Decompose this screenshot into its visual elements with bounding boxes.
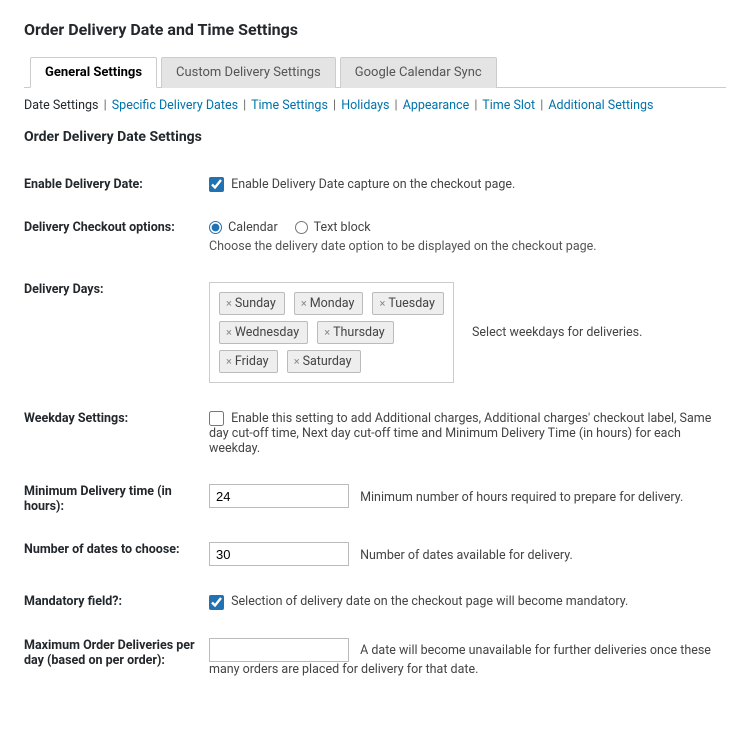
label-num-dates: Number of dates to choose: xyxy=(24,528,209,580)
checkout-option-help: Choose the delivery date option to be di… xyxy=(209,239,726,254)
day-tag-thursday[interactable]: ×Thursday xyxy=(317,321,393,344)
mandatory-checkbox[interactable] xyxy=(209,595,224,610)
day-tag-label: Monday xyxy=(310,296,355,311)
num-dates-input[interactable] xyxy=(209,542,349,566)
day-tag-label: Sunday xyxy=(235,296,276,311)
weekday-settings-checkbox[interactable] xyxy=(209,411,224,426)
label-max-orders: Maximum Order Deliveries per day (based … xyxy=(24,624,209,691)
day-tag-label: Saturday xyxy=(303,354,352,369)
day-tag-sunday[interactable]: ×Sunday xyxy=(219,292,285,315)
remove-icon[interactable]: × xyxy=(301,297,307,310)
max-orders-input[interactable] xyxy=(209,638,349,662)
remove-icon[interactable]: × xyxy=(324,326,330,339)
enable-delivery-date-option[interactable]: Enable Delivery Date capture on the chec… xyxy=(209,177,515,192)
label-min-delivery-time: Minimum Delivery time (in hours): xyxy=(24,470,209,528)
remove-icon[interactable]: × xyxy=(226,326,232,339)
enable-delivery-date-text: Enable Delivery Date capture on the chec… xyxy=(231,177,515,192)
min-delivery-time-help: Minimum number of hours required to prep… xyxy=(360,490,683,505)
label-weekday-settings: Weekday Settings: xyxy=(24,397,209,470)
day-tag-label: Tuesday xyxy=(388,296,435,311)
subnav-time-slot[interactable]: Time Slot xyxy=(482,98,535,113)
sub-nav: Date Settings | Specific Delivery Dates … xyxy=(24,98,726,113)
day-tag-wednesday[interactable]: ×Wednesday xyxy=(219,321,308,344)
checkout-option-calendar-radio[interactable] xyxy=(209,221,222,234)
day-tag-tuesday[interactable]: ×Tuesday xyxy=(372,292,443,315)
weekday-settings-text: Enable this setting to add Additional ch… xyxy=(209,411,711,456)
day-tag-friday[interactable]: ×Friday xyxy=(219,350,278,373)
day-tag-monday[interactable]: ×Monday xyxy=(294,292,364,315)
weekday-settings-option[interactable]: Enable this setting to add Additional ch… xyxy=(209,411,711,456)
delivery-days-help: Select weekdays for deliveries. xyxy=(472,325,642,340)
remove-icon[interactable]: × xyxy=(226,355,232,368)
label-delivery-days: Delivery Days: xyxy=(24,268,209,397)
day-tag-saturday[interactable]: ×Saturday xyxy=(287,350,361,373)
tab-custom-delivery-settings[interactable]: Custom Delivery Settings xyxy=(161,57,336,88)
tab-general-settings[interactable]: General Settings xyxy=(30,57,157,88)
enable-delivery-date-checkbox[interactable] xyxy=(209,177,224,192)
checkout-option-calendar-label: Calendar xyxy=(228,220,278,235)
remove-icon[interactable]: × xyxy=(226,297,232,310)
page-title: Order Delivery Date and Time Settings xyxy=(24,20,726,39)
section-title: Order Delivery Date Settings xyxy=(24,129,726,145)
label-delivery-checkout-options: Delivery Checkout options: xyxy=(24,206,209,268)
delivery-days-select[interactable]: ×Sunday ×Monday ×Tuesday ×Wednesday ×Thu… xyxy=(209,282,454,383)
settings-form: Enable Delivery Date: Enable Delivery Da… xyxy=(24,163,726,691)
label-mandatory: Mandatory field?: xyxy=(24,580,209,623)
checkout-option-textblock-label: Text block xyxy=(314,220,371,235)
day-tag-label: Friday xyxy=(235,354,269,369)
checkout-option-textblock[interactable]: Text block xyxy=(295,220,371,235)
main-tabs: General Settings Custom Delivery Setting… xyxy=(24,57,726,88)
remove-icon[interactable]: × xyxy=(379,297,385,310)
mandatory-option[interactable]: Selection of delivery date on the checko… xyxy=(209,594,628,609)
subnav-appearance[interactable]: Appearance xyxy=(403,98,470,113)
checkout-option-textblock-radio[interactable] xyxy=(295,221,308,234)
tab-google-calendar-sync[interactable]: Google Calendar Sync xyxy=(340,57,497,88)
mandatory-text: Selection of delivery date on the checko… xyxy=(231,594,628,609)
day-tag-label: Wednesday xyxy=(235,325,299,340)
subnav-additional-settings[interactable]: Additional Settings xyxy=(548,98,653,113)
subnav-time-settings[interactable]: Time Settings xyxy=(251,98,328,113)
subnav-specific-delivery-dates[interactable]: Specific Delivery Dates xyxy=(112,98,238,113)
num-dates-help: Number of dates available for delivery. xyxy=(360,548,573,563)
remove-icon[interactable]: × xyxy=(294,355,300,368)
day-tag-label: Thursday xyxy=(333,325,385,340)
subnav-date-settings[interactable]: Date Settings xyxy=(24,98,98,113)
min-delivery-time-input[interactable] xyxy=(209,484,349,508)
subnav-holidays[interactable]: Holidays xyxy=(341,98,389,113)
checkout-option-calendar[interactable]: Calendar xyxy=(209,220,281,235)
label-enable-delivery-date: Enable Delivery Date: xyxy=(24,163,209,206)
